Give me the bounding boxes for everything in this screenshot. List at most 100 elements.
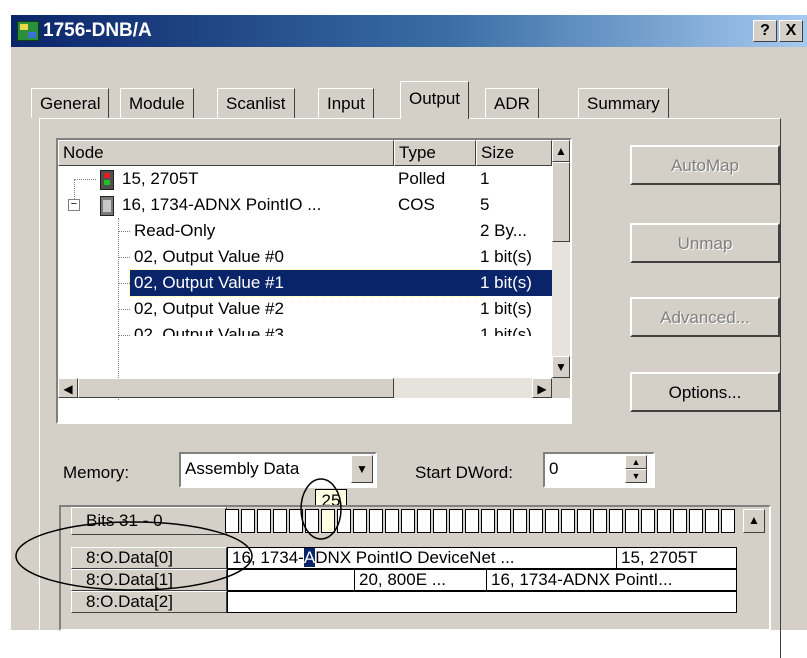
list-item[interactable]: 15, 2705T Polled 1 (58, 166, 552, 192)
bit-column[interactable] (465, 509, 479, 533)
bit-column[interactable] (689, 509, 703, 533)
close-button[interactable]: X (779, 20, 803, 42)
start-dword-input[interactable]: 0 ▲ ▼ (543, 452, 655, 488)
tab-module[interactable]: Module (120, 88, 194, 118)
scroll-thumb[interactable] (78, 378, 394, 398)
node-type: Polled (398, 169, 446, 188)
node-size: 1 bit(s) (476, 270, 552, 296)
tab-output[interactable]: Output (400, 81, 470, 119)
bit-column[interactable] (705, 509, 719, 533)
bit-column[interactable] (545, 509, 559, 533)
bit-columns[interactable] (223, 507, 743, 535)
app-icon (17, 21, 39, 41)
unmap-button[interactable]: Unmap (630, 223, 780, 263)
bit-column[interactable] (369, 509, 383, 533)
title-bar[interactable]: 1756-DNB/A ? X (11, 15, 807, 47)
bit-column[interactable] (593, 509, 607, 533)
bit-column[interactable] (417, 509, 431, 533)
node-name: 02, Output Value #3 (134, 325, 284, 336)
bits-header: Bits 31 - 0 (71, 507, 227, 535)
bit-column[interactable] (497, 509, 511, 533)
column-header-node[interactable]: Node (58, 140, 394, 166)
scroll-right-icon[interactable]: ▶ (532, 378, 552, 398)
list-item[interactable]: 02, Output Value #2 1 bit(s) (58, 296, 552, 322)
bit-segment[interactable]: 16, 1734-ADNX PointIO DeviceNet ... (227, 547, 617, 569)
scroll-left-icon[interactable]: ◀ (58, 378, 78, 398)
bit-column[interactable] (657, 509, 671, 533)
row-label: 8:O.Data[0] (71, 547, 227, 569)
bit-column[interactable] (433, 509, 447, 533)
node-size: 5 (480, 195, 490, 214)
node-size: 1 (480, 169, 490, 188)
bit-segment[interactable]: 16, 1734-ADNX PointI... (487, 569, 737, 591)
tab-scanlist[interactable]: Scanlist (217, 88, 295, 118)
bit-column[interactable] (305, 509, 319, 533)
list-item[interactable]: Read-Only 2 By... (58, 218, 552, 244)
bit-column[interactable] (321, 509, 335, 533)
list-item-selected[interactable]: 02, Output Value #1 1 bit(s) (58, 269, 552, 297)
bit-column[interactable] (721, 509, 735, 533)
scroll-up-icon[interactable]: ▲ (552, 140, 570, 162)
scroll-up-icon[interactable]: ▲ (743, 509, 765, 533)
device-icon (100, 170, 114, 190)
list-item[interactable]: − 16, 1734-ADNX PointIO ... COS 5 (58, 192, 552, 218)
bit-column[interactable] (641, 509, 655, 533)
scanlist-tree-view[interactable]: Node Type Size 15, 2705T Polled 1 − 16, … (56, 138, 572, 424)
bit-column[interactable] (609, 509, 623, 533)
node-size: 1 bit(s) (480, 299, 532, 318)
column-header-size[interactable]: Size (476, 140, 552, 166)
spin-up-icon[interactable]: ▲ (625, 455, 647, 469)
vertical-scrollbar[interactable]: ▲ ▼ (552, 140, 570, 378)
node-name: 02, Output Value #2 (134, 299, 284, 318)
memory-value: Assembly Data (185, 459, 300, 478)
tab-general[interactable]: General (31, 88, 110, 118)
list-item[interactable]: 02, Output Value #0 1 bit(s) (58, 244, 552, 270)
bit-column[interactable] (289, 509, 303, 533)
bit-column[interactable] (481, 509, 495, 533)
chevron-down-icon[interactable]: ▼ (351, 455, 373, 483)
bit-column[interactable] (241, 509, 255, 533)
bit-column[interactable] (529, 509, 543, 533)
bit-column[interactable] (401, 509, 415, 533)
bit-segment[interactable] (227, 591, 737, 613)
bit-column[interactable] (257, 509, 271, 533)
node-type: COS (398, 195, 435, 214)
help-button[interactable]: ? (753, 20, 777, 42)
row-label: 8:O.Data[1] (71, 569, 227, 591)
bit-column[interactable] (577, 509, 591, 533)
bit-column[interactable] (673, 509, 687, 533)
scroll-down-icon[interactable]: ▼ (552, 356, 570, 378)
spin-down-icon[interactable]: ▼ (625, 469, 647, 483)
bit-column[interactable] (513, 509, 527, 533)
bit-column[interactable] (273, 509, 287, 533)
tab-summary[interactable]: Summary (578, 88, 669, 118)
bit-column[interactable] (353, 509, 367, 533)
start-dword-label: Start DWord: (415, 463, 513, 482)
bit-column[interactable] (449, 509, 463, 533)
advanced-button[interactable]: Advanced... (630, 297, 780, 337)
automap-button[interactable]: AutoMap (630, 145, 780, 185)
bit-column[interactable] (561, 509, 575, 533)
bit-segment[interactable] (227, 569, 355, 591)
scroll-thumb[interactable] (552, 162, 570, 242)
node-name: 16, 1734-ADNX PointIO ... (122, 195, 322, 214)
tab-adr[interactable]: ADR (485, 88, 539, 118)
tab-input[interactable]: Input (318, 88, 374, 118)
bit-column[interactable] (225, 509, 239, 533)
list-item[interactable]: 02, Output Value #3 1 bit(s) (58, 322, 552, 336)
bit-segment[interactable]: 15, 2705T (617, 547, 737, 569)
bit-column[interactable] (385, 509, 399, 533)
node-name: 15, 2705T (122, 169, 199, 188)
options-button[interactable]: Options... (630, 372, 780, 412)
bit-column[interactable] (625, 509, 639, 533)
node-name: 02, Output Value #0 (134, 247, 284, 266)
bit-column[interactable] (337, 509, 351, 533)
column-header-type[interactable]: Type (394, 140, 476, 166)
node-name: 02, Output Value #1 (129, 269, 481, 297)
dialog-window: 1756-DNB/A ? X General Module Scanlist I… (10, 14, 807, 658)
bit-segment[interactable]: 20, 800E ... (355, 569, 487, 591)
horizontal-scrollbar[interactable]: ◀ ▶ (58, 378, 552, 398)
memory-label: Memory: (63, 463, 130, 482)
memory-select[interactable]: Assembly Data ▼ (179, 452, 377, 488)
collapse-icon[interactable]: − (68, 199, 80, 211)
